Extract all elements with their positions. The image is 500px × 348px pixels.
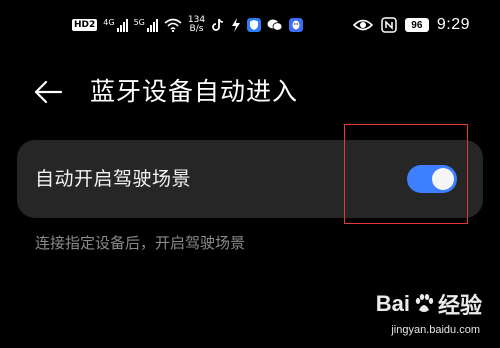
wifi-icon [164,18,182,32]
watermark-logo-left: Bai [375,291,410,316]
clock: 9:29 [436,16,470,33]
back-arrow-icon[interactable] [32,76,64,108]
shield-icon [247,18,262,32]
watermark-logo-right: 经验 [437,293,482,318]
app-header: 蓝牙设备自动进入 [0,62,500,122]
watermark-url: jingyan.baidu.com [391,324,480,336]
qq-icon [289,18,304,32]
signal-5g-icon: 5G [134,18,158,32]
bolt-icon [232,18,241,32]
setting-description: 连接指定设备后，开启驾驶场景 [35,234,246,252]
tiktok-icon [212,18,224,31]
net-speed: 134 B/s [187,15,206,34]
page-title: 蓝牙设备自动进入 [90,77,299,106]
hd-badge: HD2 [72,19,98,31]
wechat-icon [267,19,283,31]
status-bar: HD2 4G 5G 134 B/s 96 9:29 [0,0,500,46]
setting-label: 自动开启驾驶场景 [35,168,192,190]
baidu-jingyan-watermark: Bai 经验 jingyan.baidu.com [352,288,482,336]
watermark-logo: Bai 经验 [376,288,482,320]
status-bar-left: HD2 4G 5G 134 B/s [72,14,304,36]
signal-4g-icon: 4G [103,18,128,32]
nfc-icon [381,17,397,33]
status-bar-right: 96 9:29 [352,14,470,36]
eye-icon [352,19,373,31]
baidu-paw-icon [415,294,434,312]
highlight-annotation-box [344,124,468,224]
battery-icon: 96 [404,18,429,32]
